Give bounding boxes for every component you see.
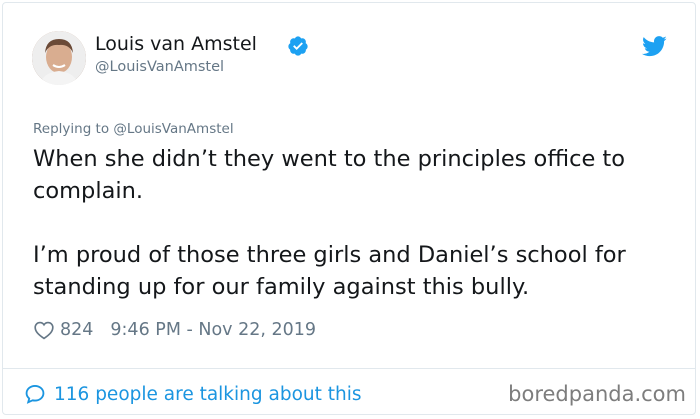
watermark: boredpanda.com [508, 382, 686, 406]
tweet-paragraph-2: I’m proud of those three girls and Danie… [33, 242, 626, 300]
replying-to-prefix: Replying to [33, 121, 110, 137]
tweet-text: When she didn’t they went to the princip… [33, 143, 673, 303]
heart-outline-icon[interactable] [33, 319, 55, 341]
like-count[interactable]: 824 [60, 320, 93, 340]
speech-bubble-icon [25, 385, 45, 404]
verified-badge-icon [288, 36, 308, 56]
footer-divider [2, 368, 696, 369]
talking-about-label[interactable]: 116 people are talking about this [54, 384, 362, 405]
user-handle[interactable]: @LouisVanAmstel [95, 59, 224, 75]
replying-to-mention[interactable]: @LouisVanAmstel [113, 121, 233, 137]
twitter-bird-icon[interactable] [642, 36, 667, 57]
tweet-meta: 824 9:46 PM - Nov 22, 2019 [33, 318, 316, 342]
avatar[interactable] [32, 31, 86, 85]
timestamp[interactable]: 9:46 PM - Nov 22, 2019 [110, 320, 316, 340]
replying-to: Replying to @LouisVanAmstel [33, 121, 234, 137]
talking-about-link[interactable]: 116 people are talking about this [24, 381, 362, 407]
tweet-paragraph-1: When she didn’t they went to the princip… [33, 146, 626, 204]
display-name[interactable]: Louis van Amstel [95, 33, 257, 55]
